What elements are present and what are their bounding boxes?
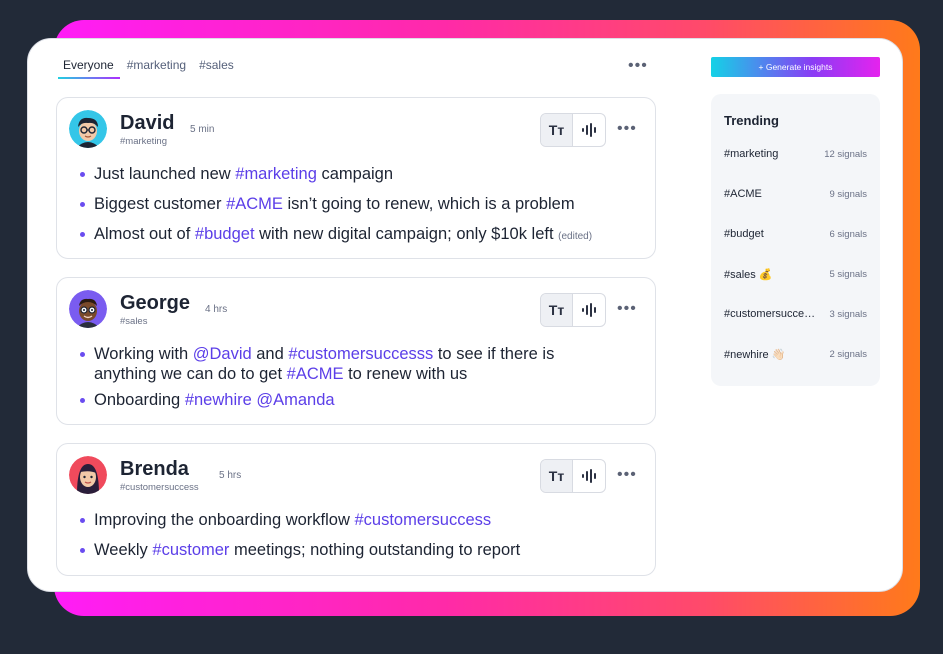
- bullet-text: Just launched new: [94, 165, 236, 183]
- audio-wave-button[interactable]: [573, 114, 605, 146]
- audio-wave-icon: [582, 123, 596, 137]
- trending-tag: #newhire 👋🏻: [724, 349, 786, 361]
- trending-panel: Trending #marketing 12 signals #ACME 9 s…: [711, 94, 880, 386]
- bullet-text: Weekly: [94, 541, 153, 559]
- post-card-brenda: Brenda #customersuccess 5 hrs Tт ••• Imp…: [56, 443, 656, 576]
- bullet-text: meetings; nothing outstanding to report: [229, 541, 521, 559]
- trending-count: 12 signals: [824, 149, 867, 160]
- post-more-icon[interactable]: •••: [617, 466, 637, 484]
- bullet-item: Almost out of #budget with new digital c…: [78, 224, 638, 247]
- post-bullets: Working with @David and #customersuccess…: [78, 344, 598, 410]
- trending-tag: #budget: [724, 228, 764, 240]
- trending-tag: #marketing: [724, 148, 779, 160]
- bullet-item: Working with @David and #customersuccess…: [78, 344, 598, 384]
- trending-count: 2 signals: [829, 349, 868, 360]
- bullet-text: with new digital campaign; only $10k lef…: [254, 225, 559, 243]
- author-name[interactable]: David: [120, 112, 174, 135]
- post-bullets: Improving the onboarding workflow #custo…: [78, 510, 638, 560]
- mention-link[interactable]: @David: [193, 345, 252, 363]
- post-more-icon[interactable]: •••: [617, 120, 637, 138]
- trending-count: 9 signals: [829, 189, 868, 200]
- bullet-item: Onboarding #newhire @Amanda: [78, 390, 598, 410]
- tab-marketing[interactable]: #marketing: [122, 58, 192, 79]
- app-window: Everyone #marketing #sales ••• David #ma…: [27, 38, 903, 592]
- post-time: 5 hrs: [219, 470, 242, 481]
- bullet-item: Weekly #customer meetings; nothing outst…: [78, 540, 638, 560]
- audio-wave-button[interactable]: [573, 294, 605, 326]
- trending-item[interactable]: #newhire 👋🏻 2 signals: [724, 348, 867, 364]
- hashtag-link[interactable]: #customersuccess: [354, 511, 491, 529]
- trending-item[interactable]: #marketing 12 signals: [724, 148, 867, 164]
- post-actions: Tт: [540, 459, 606, 493]
- post-card-david: David #marketing 5 min Tт ••• Just launc…: [56, 97, 656, 259]
- hashtag-link[interactable]: #ACME: [287, 365, 344, 383]
- trending-item[interactable]: #customersucce… 3 signals: [724, 308, 867, 324]
- trending-count: 5 signals: [829, 269, 868, 280]
- avatar-brenda: [69, 456, 107, 494]
- avatar-david: [69, 110, 107, 148]
- tab-sales[interactable]: #sales: [194, 58, 240, 79]
- bullet-item: Improving the onboarding workflow #custo…: [78, 510, 638, 530]
- text-format-button[interactable]: Tт: [541, 114, 574, 146]
- more-options-icon[interactable]: •••: [628, 57, 648, 75]
- author-channel[interactable]: #marketing: [120, 136, 167, 147]
- post-bullets: Just launched new #marketing campaign Bi…: [78, 164, 638, 247]
- author-name[interactable]: Brenda: [120, 458, 189, 481]
- post-card-george: George #sales 4 hrs Tт ••• Working with …: [56, 277, 656, 425]
- trending-count: 6 signals: [829, 229, 868, 240]
- tab-everyone[interactable]: Everyone: [58, 58, 120, 79]
- bullet-text: campaign: [316, 165, 394, 183]
- bullet-text: Almost out of: [94, 225, 195, 243]
- bullet-text: Onboarding: [94, 391, 185, 409]
- hashtag-link[interactable]: #customersuccesss: [288, 345, 433, 363]
- hashtag-link[interactable]: #customer: [152, 541, 229, 559]
- author-name[interactable]: George: [120, 292, 190, 315]
- trending-tag: #sales 💰: [724, 269, 773, 281]
- text-format-button[interactable]: Tт: [541, 294, 574, 326]
- avatar-george: [69, 290, 107, 328]
- bullet-item: Biggest customer #ACME isn’t going to re…: [78, 194, 638, 214]
- bullet-text: to renew with us: [343, 365, 468, 383]
- post-actions: Tт: [540, 293, 606, 327]
- post-time: 5 min: [190, 124, 215, 135]
- post-actions: Tт: [540, 113, 606, 147]
- bullet-item: Just launched new #marketing campaign: [78, 164, 638, 184]
- bullet-text: Biggest customer: [94, 195, 227, 213]
- audio-wave-button[interactable]: [573, 460, 605, 492]
- text-format-button[interactable]: Tт: [541, 460, 574, 492]
- hashtag-link[interactable]: #newhire @Amanda: [185, 391, 335, 409]
- hashtag-link[interactable]: #budget: [195, 225, 255, 243]
- bullet-text: Working with: [94, 345, 193, 363]
- bullet-text: and: [251, 345, 289, 363]
- audio-wave-icon: [582, 303, 596, 317]
- trending-item[interactable]: #budget 6 signals: [724, 228, 867, 244]
- trending-item[interactable]: #sales 💰 5 signals: [724, 268, 867, 284]
- author-channel[interactable]: #sales: [120, 316, 147, 327]
- trending-tag: #customersucce…: [724, 308, 816, 320]
- hashtag-link[interactable]: #marketing: [235, 165, 317, 183]
- trending-item[interactable]: #ACME 9 signals: [724, 188, 867, 204]
- author-channel[interactable]: #customersuccess: [120, 482, 199, 493]
- bullet-text: Improving the onboarding workflow: [94, 511, 355, 529]
- hashtag-link[interactable]: #ACME: [226, 195, 283, 213]
- trending-count: 3 signals: [829, 309, 868, 320]
- bullet-text: isn’t going to renew, which is a problem: [282, 195, 575, 213]
- trending-title: Trending: [724, 113, 779, 128]
- audio-wave-icon: [582, 469, 596, 483]
- channel-tabs: Everyone #marketing #sales: [58, 58, 242, 79]
- post-more-icon[interactable]: •••: [617, 300, 637, 318]
- trending-tag: #ACME: [724, 188, 762, 200]
- edited-label: (edited): [558, 231, 593, 242]
- post-time: 4 hrs: [205, 304, 228, 315]
- generate-insights-button[interactable]: + Generate insights: [711, 57, 880, 77]
